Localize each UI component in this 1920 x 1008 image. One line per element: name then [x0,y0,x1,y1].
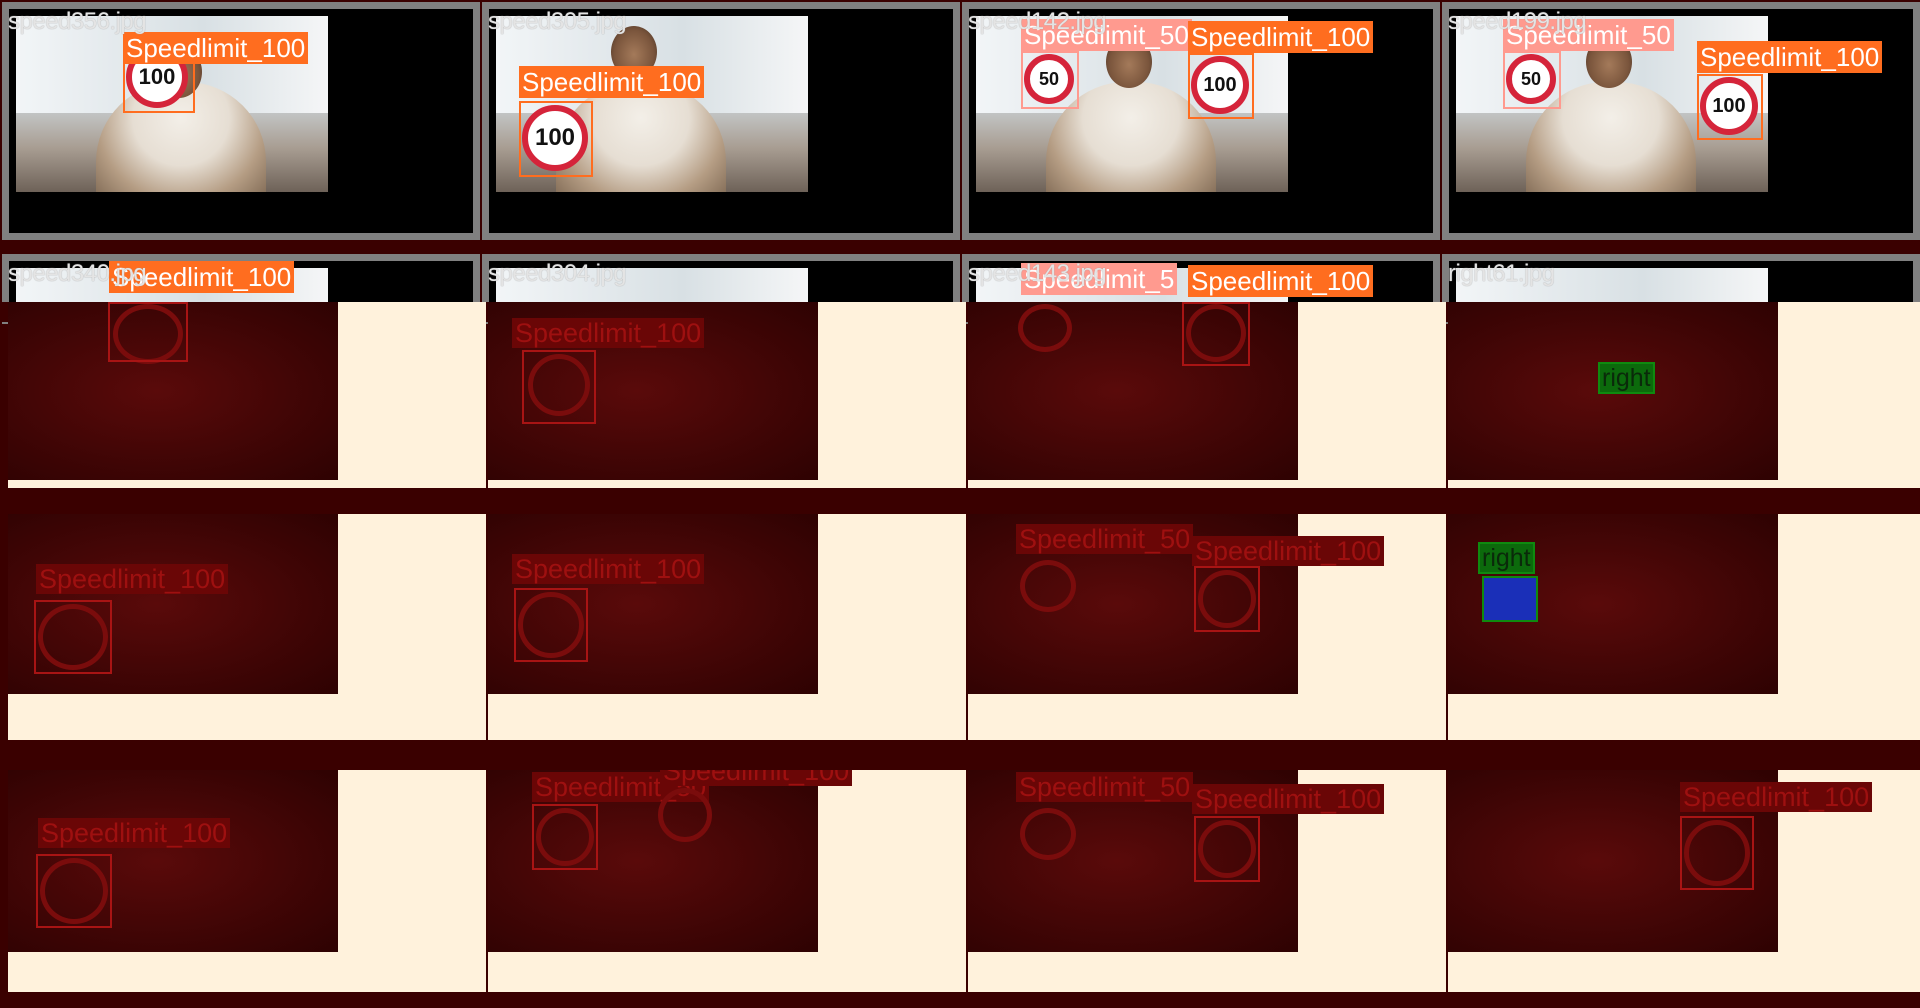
filename: speed340.jpg [8,260,147,287]
detection-label: Speedlimit_100 [1192,536,1385,566]
detection-label: right [1598,362,1655,394]
filename: speed143.jpg [968,260,1107,287]
filtered-tile[interactable] [8,302,486,488]
sign-ring [1018,304,1072,352]
filtered-tile[interactable]: Speedlimit_100 [8,770,486,992]
grid-tile[interactable]: 50 100 Speedlimit_50 Speedlimit_100 spee… [962,2,1440,240]
detection-label: Speedlimit_100 [1680,782,1873,812]
filtered-tile[interactable]: Speedlimit_50 Speedlimit_100 [968,770,1446,992]
detection-label: right [1478,542,1535,574]
detection-label: Speedlimit_100 [38,818,231,848]
detection-box [108,302,188,362]
detection-label: Speedlimit_50 [1016,772,1194,802]
detection-box [34,600,112,674]
detection-box [1697,74,1763,140]
detection-box [514,588,588,662]
grid-tile[interactable]: 100 Speedlimit_100 speed356.jpg [2,2,480,240]
detection-box [522,350,596,424]
sign-ring [1020,808,1076,860]
filtered-tile[interactable]: Speedlimit_50 Speedlimit_100 [488,770,966,992]
filtered-tile[interactable]: Speedlimit_100 [1448,770,1920,992]
tile-frame: 50 100 Speedlimit_50 Speedlimit_100 [1449,9,1913,233]
detection-box [36,854,112,928]
sign-ring [658,788,712,842]
detection-label: Speedlimit_100 [123,32,309,64]
detection-label: Speedlimit_100 [660,770,853,786]
tile-frame: 50 100 Speedlimit_50 Speedlimit_100 [969,9,1433,233]
grid-tile[interactable]: 50 100 Speedlimit_50 Speedlimit_100 spee… [1442,2,1920,240]
detection-label: Speedlimit_100 [1192,784,1385,814]
tile-frame: 100 Speedlimit_100 [9,9,473,233]
filename: speed305.jpg [488,8,627,35]
detection-label: Speedlimit_100 [512,554,705,584]
detection-box [1194,816,1260,882]
filtered-tile[interactable]: Speedlimit_100 [488,302,966,488]
detection-label: Speedlimit_100 [519,66,705,98]
filtered-tile[interactable]: Speedlimit_100 [8,514,486,740]
detection-box [1194,566,1260,632]
detection-box [1188,53,1254,119]
detection-box [1021,51,1079,109]
filename: speed304.jpg [488,260,627,287]
sign-ring [1020,560,1076,612]
image-grid: 100 Speedlimit_100 speed356.jpg 100 Spee… [0,0,1920,1008]
tile-frame: 100 Speedlimit_100 [489,9,953,233]
detection-label: Speedlimit_100 [1697,41,1883,73]
filename: speed142.jpg [968,8,1107,35]
turn-right-sign [1482,576,1538,622]
detection-label: Speedlimit_50 [1016,524,1194,554]
filtered-tile[interactable]: right [1448,514,1920,740]
detection-box [1680,816,1754,890]
detection-label: Speedlimit_100 [36,564,229,594]
filename: speed199.jpg [1448,8,1587,35]
detection-box [1503,51,1561,109]
filtered-tile[interactable]: Speedlimit_50 Speedlimit_100 [968,514,1446,740]
filtered-tile[interactable]: right [1448,302,1920,488]
filename: speed356.jpg [8,8,147,35]
detection-box [532,804,598,870]
detection-label: Speedlimit_100 [512,318,705,348]
detection-box [1182,302,1250,366]
filtered-tile[interactable] [968,302,1446,488]
detection-label: Speedlimit_100 [1188,21,1374,53]
filtered-tile[interactable]: Speedlimit_100 [488,514,966,740]
grid-tile[interactable]: 100 Speedlimit_100 speed305.jpg [482,2,960,240]
filename: right61.jpg [1448,260,1555,287]
detection-label: Speedlimit_100 [1188,265,1374,297]
detection-box [519,101,593,177]
